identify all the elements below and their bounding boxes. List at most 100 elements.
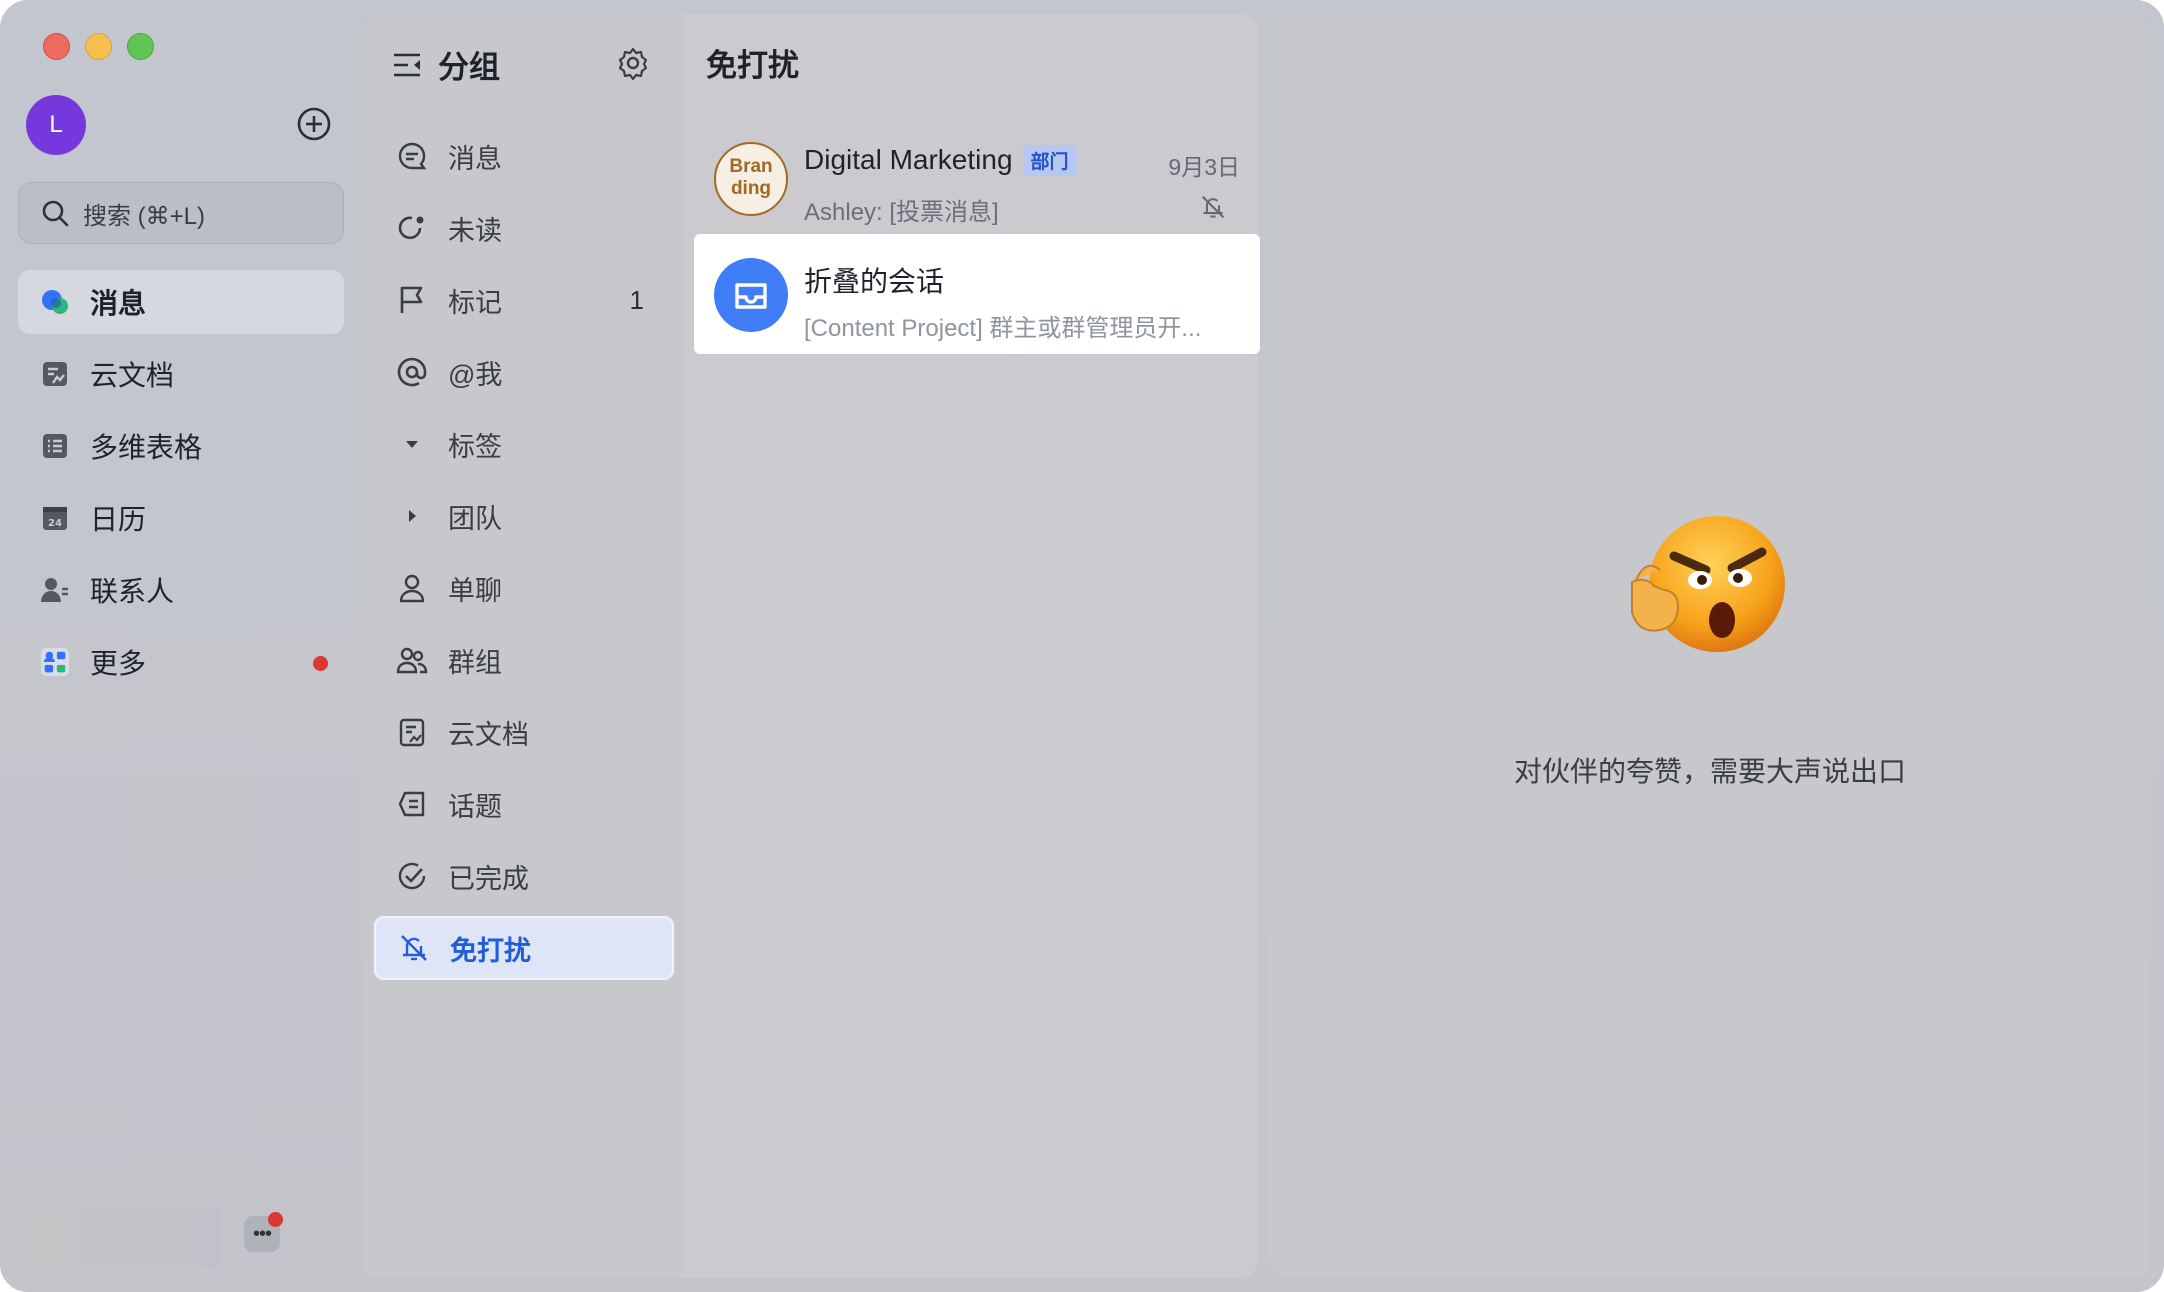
inbox-icon [735,283,767,309]
left-navigation: L 搜索 (⌘+L) 消息 云文档 多维表格 24 日历 联系人 更多 ••• [0,0,360,1292]
group-label: 免打扰 [450,935,531,966]
group-label: 未读 [448,215,502,246]
minimize-window-button[interactable] [85,33,112,60]
conversation-avatar [714,258,788,332]
group-label: 标签 [448,431,502,462]
group-item-teams[interactable]: 团队 [374,484,674,548]
group-label: 单聊 [448,575,502,606]
nav-item-messages[interactable]: 消息 [18,270,344,334]
nav-label: 多维表格 [90,432,203,463]
group-item-docs[interactable]: 云文档 [374,700,674,764]
conversation-name-row: 折叠的会话 [804,260,944,300]
avatar-text: Bran ding [729,156,773,199]
search-placeholder: 搜索 (⌘+L) [83,202,206,230]
group-item-groups[interactable]: 群组 [374,628,674,692]
maximize-window-button[interactable] [127,33,154,60]
ellipsis-icon: ••• [252,1222,272,1245]
notification-dot [268,1212,283,1227]
group-item-mentions[interactable]: @我 [374,340,674,404]
conversation-preview: [Content Project] 群主或群管理员开... [804,315,1202,342]
search-input[interactable]: 搜索 (⌘+L) [18,182,344,244]
unread-icon [396,212,428,244]
nav-item-cloud-docs[interactable]: 云文档 [18,342,344,406]
group-label: 团队 [448,503,502,534]
group-item-unread[interactable]: 未读 [374,196,674,260]
bell-off-icon [398,932,430,964]
empty-state-text: 对伙伴的夸赞，需要大声说出口 [1513,756,1906,787]
nav-label: 联系人 [90,576,175,607]
group-label: 云文档 [448,719,529,750]
group-label: 话题 [448,791,502,822]
cloud-doc-icon [40,359,70,389]
calendar-icon: 24 [40,503,70,533]
conversation-time: 9月3日 [1168,154,1240,180]
doc-icon [396,716,428,748]
muted-bell-icon [1201,195,1225,219]
conversation-item-selected[interactable]: 折叠的会话 [Content Project] 群主或群管理员开... [694,234,1260,354]
conversation-name: 折叠的会话 [804,266,945,297]
nav-item-base[interactable]: 多维表格 [18,414,344,478]
at-icon [396,356,428,388]
plus-circle-icon [297,107,331,141]
group-item-do-not-disturb[interactable]: 免打扰 [374,916,674,980]
conversation-list-panel: 免打扰 Bran ding Digital Marketing 部门 9月3日 … [682,14,1260,1278]
group-item-labels[interactable]: 标签 [374,412,674,476]
nav-label: 更多 [90,648,147,679]
list-title: 免打扰 [706,48,799,83]
chat-bubble-icon [396,140,428,172]
group-label: @我 [448,359,503,390]
gear-icon [618,47,648,81]
flag-count: 1 [629,284,644,315]
collapse-sidebar-icon [394,53,420,76]
create-button[interactable] [296,106,332,142]
group-label: 标记 [448,287,502,318]
caret-right-icon [396,500,428,532]
user-avatar[interactable]: L [26,95,86,155]
contacts-icon [40,575,70,605]
window-controls [43,33,154,60]
group-label: 已完成 [448,863,529,894]
more-apps-icon [40,647,70,677]
group-item-topics[interactable]: 话题 [374,772,674,836]
nav-item-more[interactable]: 更多 [18,630,344,694]
department-tag: 部门 [1022,144,1077,176]
nav-label: 云文档 [90,360,175,391]
nav-list: 消息 云文档 多维表格 24 日历 联系人 更多 [18,270,344,702]
conversation-name-row: Digital Marketing 部门 [804,144,1077,176]
base-table-icon [40,431,70,461]
notification-dot [313,656,328,671]
nav-item-calendar[interactable]: 24 日历 [18,486,344,550]
group-item-messages[interactable]: 消息 [374,124,674,188]
conversation-avatar: Bran ding [714,142,788,216]
group-item-done[interactable]: 已完成 [374,844,674,908]
group-item-flagged[interactable]: 标记 1 [374,268,674,332]
groups-header: 分组 [392,42,500,87]
avatar-initial: L [49,111,63,138]
group-label: 群组 [448,647,502,678]
conversation-preview: Ashley: [投票消息] [804,199,999,226]
flag-icon [396,284,428,316]
close-window-button[interactable] [43,33,70,60]
conversation-name: Digital Marketing [804,144,1013,175]
topic-icon [396,788,428,820]
group-settings-button[interactable] [616,46,650,81]
blurred-profile-area[interactable] [26,1208,222,1268]
nav-item-contacts[interactable]: 联系人 [18,558,344,622]
group-label: 消息 [448,143,502,174]
detail-panel: 对伙伴的夸赞，需要大声说出口 [1270,14,2150,1278]
nav-label: 日历 [90,504,147,535]
group-list: 消息 未读 标记 1 @我 标签 团队 单聊 群组 云文档 话题 已完成 免打扰 [374,124,674,988]
conversation-item[interactable]: Bran ding Digital Marketing 部门 9月3日 Ashl… [694,118,1260,238]
search-icon [42,200,69,227]
check-circle-icon [396,860,428,892]
caret-down-icon [396,428,428,460]
group-item-direct[interactable]: 单聊 [374,556,674,620]
thumbs-up-emoji-icon [1631,516,1785,652]
group-icon [396,644,428,676]
groups-title: 分组 [438,50,500,85]
message-icon [40,287,70,317]
app-window: L 搜索 (⌘+L) 消息 云文档 多维表格 24 日历 联系人 更多 ••• … [0,0,2164,1292]
svg-text:24: 24 [48,518,62,529]
person-icon [396,572,428,604]
nav-label: 消息 [90,288,147,319]
